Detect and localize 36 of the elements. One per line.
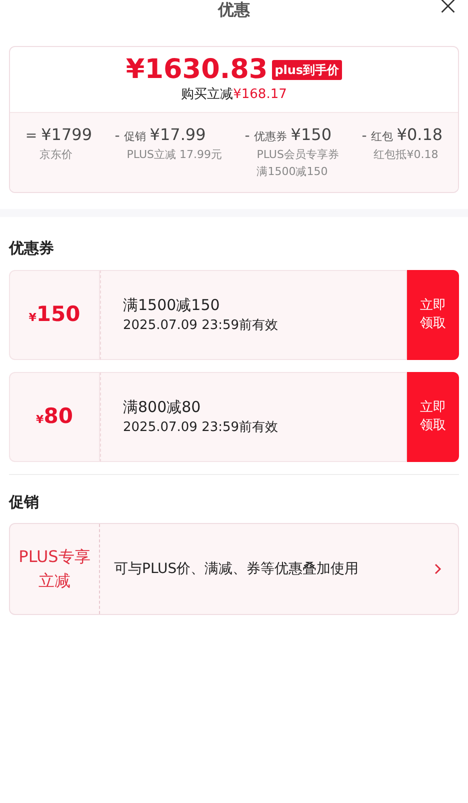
operator-sign: - — [244, 127, 250, 146]
breakdown-note: PLUS会员专享券 — [256, 147, 339, 164]
price-tag: plus到手价 — [272, 60, 342, 80]
operator-sign: = — [25, 127, 38, 146]
coupon-condition: 满1500减150 — [123, 294, 221, 316]
breakdown-amount: ¥17.99 — [150, 124, 206, 146]
promo-description: 可与PLUS价、满减、券等优惠叠加使用 — [113, 560, 360, 579]
breakdown-note: 红包抵¥0.18 — [372, 147, 440, 164]
breakdown-note: PLUS立减 17.99元 — [126, 147, 222, 164]
saving-label: 购买立减 — [181, 86, 234, 104]
section-title: 优惠券 — [9, 238, 55, 260]
chevron-right-icon — [434, 563, 442, 576]
coupon-amount: ¥150 — [28, 300, 80, 328]
breakdown-amount: ¥150 — [290, 124, 332, 146]
claim-button[interactable]: 立即领取 — [407, 372, 459, 462]
saving-amount: ¥168.17 — [233, 86, 287, 104]
claim-button[interactable]: 立即领取 — [407, 270, 459, 360]
promo-tag: PLUS专享立减 — [14, 545, 95, 594]
breakdown-amount: ¥0.18 — [396, 124, 443, 146]
sheet-title: 优惠 — [218, 0, 250, 20]
coupon-condition: 满800减80 — [123, 396, 202, 418]
promo-card[interactable]: PLUS专享立减 可与PLUS价、满减、券等优惠叠加使用 — [9, 523, 459, 616]
breakdown-note: 满1500减150 — [256, 164, 329, 180]
coupon-validity: 2025.07.09 23:59前有效 — [123, 317, 280, 336]
close-icon[interactable] — [440, 0, 456, 14]
final-price: ¥1630.83 — [126, 55, 268, 85]
breakdown-amount: ¥1799 — [41, 124, 92, 146]
breakdown-note: 京东价 — [38, 147, 74, 164]
coupon-validity: 2025.07.09 23:59前有效 — [123, 419, 280, 438]
section-title: 促销 — [9, 492, 40, 513]
breakdown-label: 优惠券 — [254, 129, 287, 146]
operator-sign: - — [114, 127, 120, 146]
operator-sign: - — [362, 127, 367, 146]
breakdown-label: 促销 — [124, 129, 146, 146]
coupon-amount: ¥80 — [36, 402, 73, 430]
breakdown-label: 红包 — [370, 129, 393, 146]
